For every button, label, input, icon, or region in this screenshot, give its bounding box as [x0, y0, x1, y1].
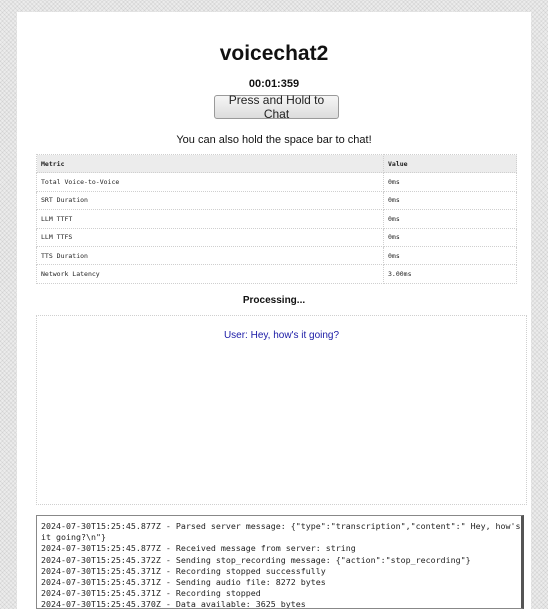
metric-value: 3.00ms	[383, 264, 517, 284]
metrics-table: Metric Value Total Voice-to-Voice 0ms SR…	[36, 153, 517, 284]
metric-name: SRT Duration	[36, 190, 384, 211]
metric-value: 0ms	[383, 227, 517, 247]
log-line: 2024-07-30T15:25:45.877Z - Received mess…	[41, 543, 356, 554]
log-line: 2024-07-30T15:25:45.877Z - Parsed server…	[41, 521, 521, 543]
recording-timer: 00:01:359	[248, 78, 300, 90]
metric-column-header: Metric	[36, 153, 384, 174]
value-column-header: Value	[383, 153, 517, 174]
metric-value: 0ms	[383, 190, 517, 211]
metric-name: Network Latency	[36, 264, 384, 284]
app-container: voicechat2 00:01:359 Press and Hold to C…	[17, 12, 531, 609]
metric-name: Total Voice-to-Voice	[36, 172, 384, 192]
table-row: LLM TTFT 0ms	[36, 209, 517, 229]
press-to-chat-button[interactable]: Press and Hold to Chat	[214, 93, 339, 121]
processing-status: Processing...	[242, 295, 306, 306]
metric-name: LLM TTFS	[36, 227, 384, 247]
page-title: voicechat2	[219, 42, 329, 65]
debug-log[interactable]: 2024-07-30T15:25:45.877Z - Parsed server…	[36, 515, 524, 609]
chat-message-user: User: Hey, how's it going?	[223, 330, 340, 341]
log-line: 2024-07-30T15:25:45.371Z - Recording sto…	[41, 588, 261, 599]
table-row: LLM TTFS 0ms	[36, 227, 517, 247]
metric-value: 0ms	[383, 209, 517, 229]
metric-value: 0ms	[383, 172, 517, 192]
metric-name: TTS Duration	[36, 245, 384, 266]
metrics-header-row: Metric Value	[36, 153, 517, 174]
log-line: 2024-07-30T15:25:45.371Z - Sending audio…	[41, 577, 326, 588]
log-line: 2024-07-30T15:25:45.372Z - Sending stop_…	[41, 554, 471, 565]
metric-name: LLM TTFT	[36, 209, 384, 229]
table-row: SRT Duration 0ms	[36, 190, 517, 211]
table-row: TTS Duration 0ms	[36, 245, 517, 266]
chat-transcript[interactable]: User: Hey, how's it going?	[36, 315, 527, 505]
log-line: 2024-07-30T15:25:45.370Z - Data availabl…	[41, 599, 306, 609]
table-row: Network Latency 3.00ms	[36, 264, 517, 284]
table-row: Total Voice-to-Voice 0ms	[36, 172, 517, 192]
space-bar-hint: You can also hold the space bar to chat!	[176, 134, 372, 146]
log-line: 2024-07-30T15:25:45.371Z - Recording sto…	[41, 565, 326, 576]
metric-value: 0ms	[383, 245, 517, 266]
